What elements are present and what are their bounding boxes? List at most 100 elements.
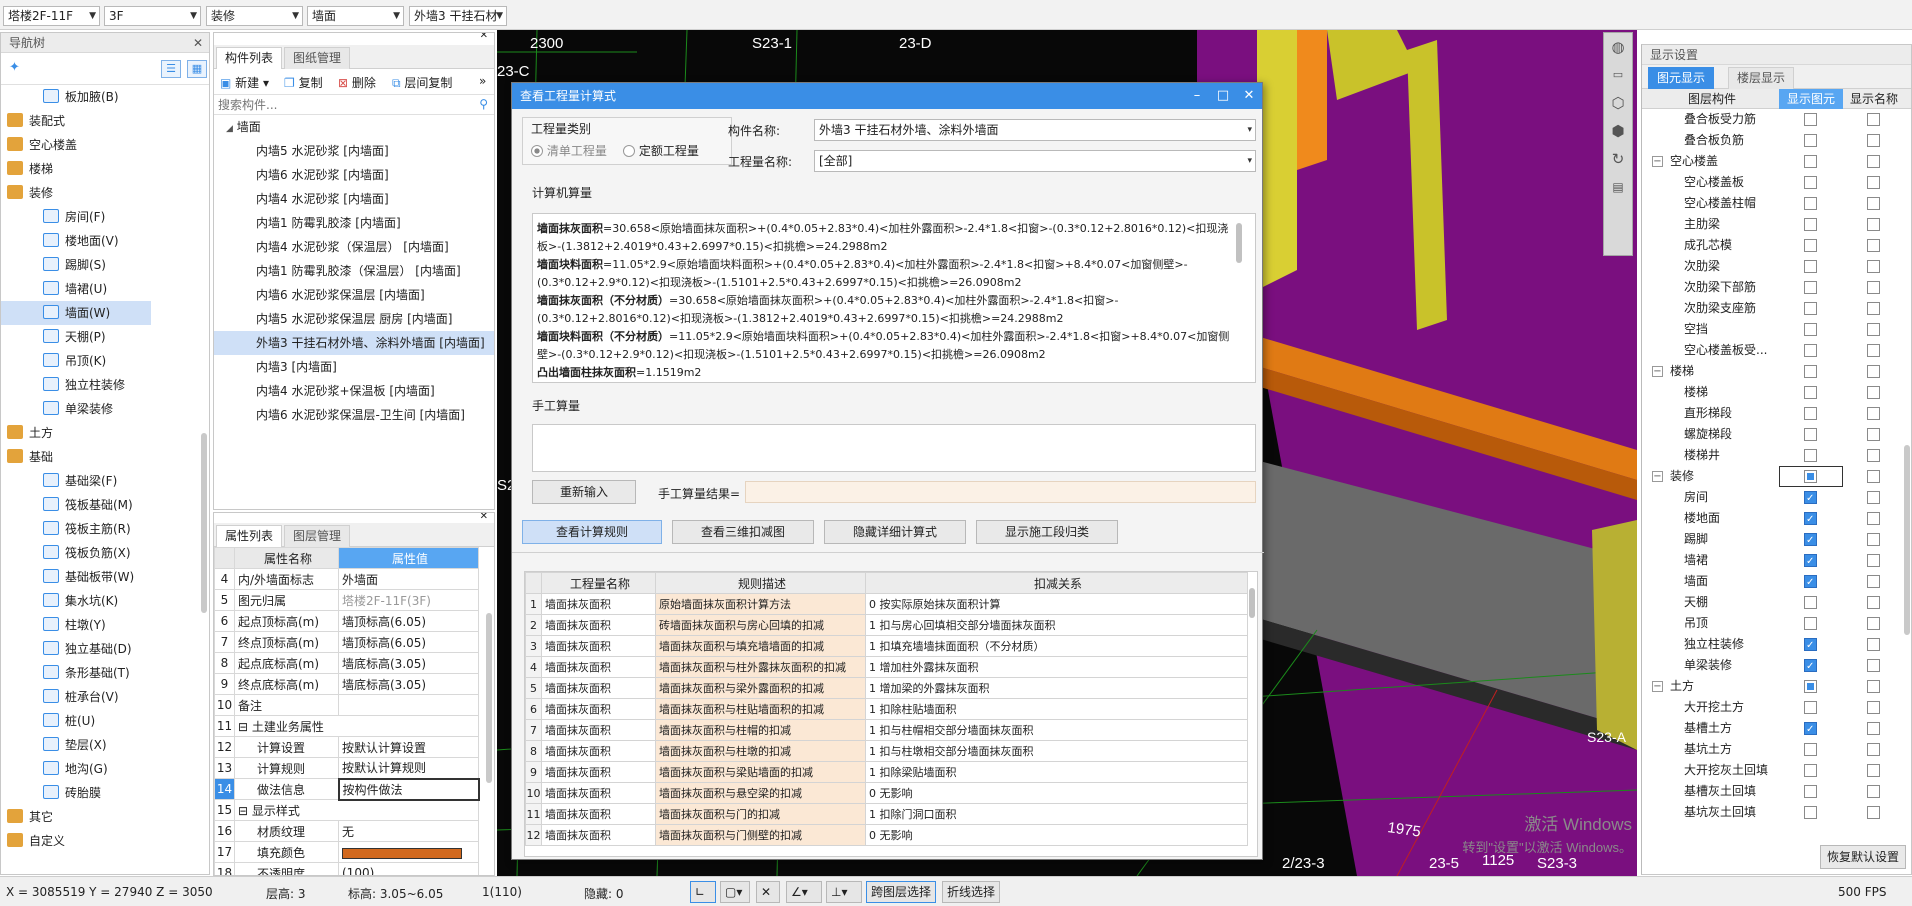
rule-row[interactable]: 4 墙面抹灰面积 墙面抹灰面积与柱外露抹灰面积的扣减 1 增加柱外露抹灰面积	[525, 656, 1248, 678]
property-value[interactable]: 外墙面	[338, 568, 479, 590]
nav-item[interactable]: 天棚(P)	[1, 325, 106, 349]
collapse-icon[interactable]: −	[1652, 366, 1663, 377]
more-icon[interactable]: »	[479, 74, 486, 88]
rule-row[interactable]: 9 墙面抹灰面积 墙面抹灰面积与梁贴墙面的扣减 1 扣除梁贴墙面积	[525, 761, 1248, 783]
calc-scrollbar[interactable]	[1236, 223, 1242, 263]
view-3d-deduction-button[interactable]: 查看三维扣减图	[672, 520, 814, 544]
component-root[interactable]: ◢ 墙面	[214, 115, 494, 139]
angle-icon[interactable]: ∠▾	[786, 881, 822, 903]
show-name-checkbox[interactable]	[1867, 260, 1880, 273]
property-value[interactable]: 无	[338, 820, 479, 842]
nav-item[interactable]: 地沟(G)	[1, 757, 108, 781]
property-row[interactable]: 11 ⊟ 土建业务属性	[214, 715, 479, 737]
collapse-icon[interactable]: −	[1652, 471, 1663, 482]
property-row[interactable]: 4 内/外墙面标志 外墙面	[214, 568, 479, 590]
cross-select-icon[interactable]: ✕	[756, 881, 780, 903]
show-name-checkbox[interactable]	[1867, 134, 1880, 147]
show-name-checkbox[interactable]	[1867, 554, 1880, 567]
box-view-icon[interactable]: ⬢	[1604, 117, 1632, 145]
component-select[interactable]: 外墙3 干挂石材 ▼	[409, 6, 507, 26]
show-element-checkbox[interactable]	[1804, 470, 1817, 483]
show-name-checkbox[interactable]	[1867, 575, 1880, 588]
show-name-checkbox[interactable]	[1867, 113, 1880, 126]
show-name-checkbox[interactable]	[1867, 512, 1880, 525]
tab-component-list[interactable]: 构件列表	[216, 47, 283, 69]
collapse-icon[interactable]: ⊟	[238, 804, 252, 818]
nav-folder[interactable]: 土方	[1, 421, 53, 445]
show-element-checkbox[interactable]	[1804, 323, 1817, 336]
show-element-checkbox[interactable]	[1804, 428, 1817, 441]
rule-row[interactable]: 6 墙面抹灰面积 墙面抹灰面积与柱贴墙面积的扣减 1 扣除柱贴墙面积	[525, 698, 1248, 720]
nav-item[interactable]: 房间(F)	[1, 205, 105, 229]
component-item[interactable]: 内墙1 防霉乳胶漆（保温层） [内墙面]	[214, 259, 494, 283]
show-element-checkbox[interactable]	[1804, 764, 1817, 777]
nav-folder[interactable]: 空心楼盖	[1, 133, 77, 157]
nav-item[interactable]: 集水坑(K)	[1, 589, 118, 613]
show-element-checkbox[interactable]	[1804, 281, 1817, 294]
show-element-checkbox[interactable]	[1804, 530, 1817, 551]
show-name-checkbox[interactable]	[1867, 722, 1880, 735]
show-element-checkbox[interactable]	[1804, 449, 1817, 462]
show-name-checkbox[interactable]	[1867, 197, 1880, 210]
property-row[interactable]: 14 做法信息 按构件做法	[214, 777, 480, 801]
show-name-checkbox[interactable]	[1867, 806, 1880, 819]
collapse-icon[interactable]: −	[1652, 681, 1663, 692]
nav-item[interactable]: 墙裙(U)	[1, 277, 107, 301]
reenter-button[interactable]: 重新输入	[532, 480, 636, 504]
nav-item[interactable]: 踢脚(S)	[1, 253, 106, 277]
show-element-checkbox[interactable]	[1804, 386, 1817, 399]
quantity-name-select[interactable]: [全部] ▾	[814, 150, 1256, 172]
show-name-checkbox[interactable]	[1867, 239, 1880, 252]
property-value[interactable]: (100)	[338, 862, 479, 875]
radio-quota-quantity[interactable]: 定额工程量	[623, 142, 699, 159]
rule-row[interactable]: 1 墙面抹灰面积 原始墙面抹灰面积计算方法 0 按实际原始抹灰面积计算	[525, 593, 1248, 615]
display-scrollbar[interactable]	[1904, 445, 1910, 635]
show-element-checkbox[interactable]	[1804, 407, 1817, 420]
property-value[interactable]: 塔楼2F-11F(3F)	[338, 589, 479, 611]
property-row[interactable]: 7 终点顶标高(m) 墙顶标高(6.05)	[214, 631, 479, 653]
show-element-checkbox[interactable]	[1804, 806, 1817, 819]
close-icon[interactable]: ✕	[480, 513, 488, 522]
rule-row[interactable]: 10 墙面抹灰面积 墙面抹灰面积与悬空梁的扣减 0 无影响	[525, 782, 1248, 804]
rule-row[interactable]: 12 墙面抹灰面积 墙面抹灰面积与门侧壁的扣减 0 无影响	[525, 824, 1248, 846]
rule-row[interactable]: 11 墙面抹灰面积 墙面抹灰面积与门的扣减 1 扣除门洞口面积	[525, 803, 1248, 825]
property-row[interactable]: 5 图元归属 塔楼2F-11F(3F)	[214, 589, 479, 611]
property-row[interactable]: 6 起点顶标高(m) 墙顶标高(6.05)	[214, 610, 479, 632]
category-select[interactable]: 装修 ▼	[206, 6, 303, 26]
nav-folder[interactable]: 装配式	[1, 109, 65, 133]
orbit-icon[interactable]: ◍	[1604, 33, 1632, 61]
grid-view-icon[interactable]: ▦	[187, 60, 207, 78]
show-element-checkbox[interactable]	[1804, 365, 1817, 378]
show-element-checkbox[interactable]	[1804, 488, 1817, 509]
property-value[interactable]: 按构件做法	[337, 777, 480, 801]
polyline-select-button[interactable]: 折线选择	[942, 881, 1001, 903]
nav-scrollbar[interactable]	[201, 433, 207, 613]
nav-item[interactable]: 条形基础(T)	[1, 661, 130, 685]
show-name-checkbox[interactable]	[1867, 743, 1880, 756]
property-row[interactable]: 13 计算规则 按默认计算规则	[214, 757, 479, 779]
properties-scrollbar[interactable]	[486, 613, 492, 783]
nav-item[interactable]: 楼地面(V)	[1, 229, 119, 253]
tab-drawing-management[interactable]: 图纸管理	[284, 47, 351, 69]
component-item[interactable]: 内墙5 水泥砂浆 [内墙面]	[214, 139, 494, 163]
nav-item[interactable]: 筏板负筋(X)	[1, 541, 131, 565]
manual-calc-input[interactable]	[532, 424, 1256, 472]
show-name-checkbox[interactable]	[1867, 218, 1880, 231]
show-name-checkbox[interactable]	[1867, 596, 1880, 609]
nav-folder[interactable]: 其它	[1, 805, 53, 829]
show-element-checkbox[interactable]	[1804, 656, 1817, 677]
rules-scrollbar[interactable]	[1249, 588, 1255, 618]
nav-folder[interactable]: 自定义	[1, 829, 65, 853]
add-icon[interactable]: ✦	[9, 60, 20, 75]
show-name-checkbox[interactable]	[1867, 638, 1880, 651]
property-row[interactable]: 10 备注	[214, 694, 479, 716]
property-row[interactable]: 12 计算设置 按默认计算设置	[214, 736, 479, 758]
show-element-checkbox[interactable]	[1804, 617, 1817, 630]
zoom-level-icon[interactable]: ▭	[1604, 61, 1632, 89]
show-element-checkbox[interactable]	[1804, 176, 1817, 189]
floor-select[interactable]: 3F ▼	[104, 6, 201, 26]
show-name-checkbox[interactable]	[1867, 449, 1880, 462]
show-element-checkbox[interactable]	[1804, 719, 1817, 740]
show-name-checkbox[interactable]	[1867, 155, 1880, 168]
tab-element-display[interactable]: 图元显示	[1648, 67, 1715, 89]
